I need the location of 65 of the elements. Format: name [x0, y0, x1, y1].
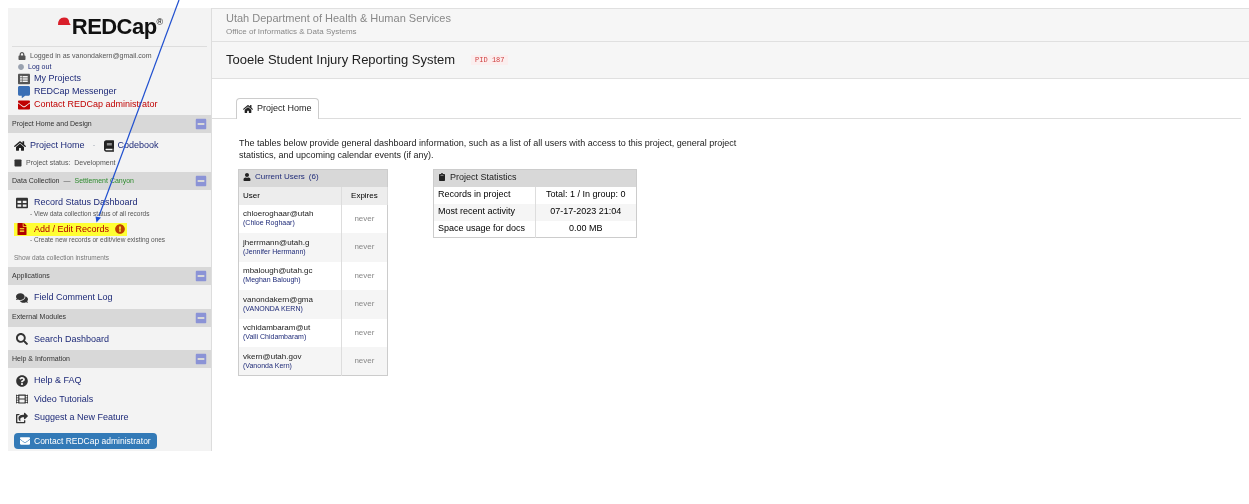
lock-icon	[18, 52, 26, 61]
envelope-icon	[18, 98, 30, 111]
separator: ·	[92, 139, 96, 152]
clipboard-icon	[438, 173, 446, 182]
home-icon	[14, 139, 26, 152]
expires-cell: never	[341, 318, 388, 347]
nav-link[interactable]: REDCap Messenger	[34, 85, 117, 98]
envelope-icon	[20, 435, 30, 446]
expires-cell: never	[341, 204, 388, 233]
nav-link[interactable]: Video Tutorials	[14, 392, 96, 406]
org-name: Utah Department of Health & Human Services	[226, 12, 452, 26]
user-email: mbalough@utah.gc	[243, 266, 314, 277]
user-email: vanondakern@gma	[243, 294, 314, 305]
collapse-icon[interactable]	[195, 270, 207, 282]
nav-link[interactable]: Search Dashboard	[14, 332, 112, 346]
expires-cell: never	[341, 347, 388, 376]
stat-value: Total: 1 / In group: 0	[535, 186, 637, 204]
collapse-icon[interactable]	[195, 118, 207, 130]
nav-link[interactable]: Add / Edit Records	[14, 222, 128, 237]
nav-link[interactable]: Suggest a New Feature	[14, 411, 131, 425]
book-icon	[103, 139, 114, 152]
info-icon	[115, 224, 126, 235]
nav-link[interactable]: Help & FAQ	[14, 374, 84, 388]
film-icon	[16, 393, 28, 406]
column-header: Expires	[341, 186, 388, 205]
user-email: vchidambaram@ut	[243, 323, 312, 334]
stat-value: 07-17-2023 21:04	[535, 203, 637, 221]
table-title: Project Statistics	[433, 169, 637, 187]
registered-mark: ®	[156, 16, 164, 27]
list-icon	[18, 72, 30, 85]
help-icon	[16, 374, 28, 387]
document-icon	[16, 223, 28, 236]
grid-icon	[16, 196, 28, 209]
stat-label: Records in project	[433, 186, 535, 204]
stat-label: Space usage for docs	[433, 220, 535, 238]
user-email: vkern@utah.gov	[243, 351, 303, 362]
table-title: Current Users (6)	[238, 169, 388, 187]
contact-button[interactable]: Contact REDCap administrator	[14, 432, 157, 450]
status-icon	[14, 158, 22, 167]
collapse-icon[interactable]	[195, 353, 207, 365]
chat-bubbles-icon	[16, 291, 28, 304]
stat-label: Most recent activity	[433, 203, 535, 221]
logo: REDCap	[71, 16, 157, 38]
office-name: Office of Informatics & Data Systems	[226, 25, 358, 38]
search-icon	[16, 333, 28, 346]
expires-cell: never	[341, 290, 388, 319]
chat-icon	[18, 85, 30, 98]
home-icon	[243, 104, 253, 114]
intro-text: The tables below provide general dashboard information, such as a list of all users with access to this project, general project statistics, and upcoming calendar events (if any).	[239, 137, 738, 161]
stat-value: 0.00 MB	[535, 220, 637, 238]
expires-cell: never	[341, 261, 388, 290]
share-icon	[16, 411, 28, 424]
tab[interactable]: Project Home	[236, 98, 319, 119]
user-email: jherrmann@utah.g	[243, 237, 311, 248]
collapse-icon[interactable]	[195, 311, 207, 324]
project-title: Tooele Student Injury Reporting System	[226, 51, 456, 70]
nav-link[interactable]: My Projects	[34, 72, 81, 85]
nav-link[interactable]: Field Comment Log	[14, 291, 115, 305]
user-icon	[243, 173, 251, 182]
expires-cell: never	[341, 233, 388, 262]
cap-icon	[55, 16, 72, 28]
project-home-link[interactable]: Project Home	[30, 139, 85, 153]
user-email: chloeroghaar@utah	[243, 209, 315, 220]
column-header: User	[238, 186, 342, 205]
collapse-icon[interactable]	[195, 175, 207, 187]
